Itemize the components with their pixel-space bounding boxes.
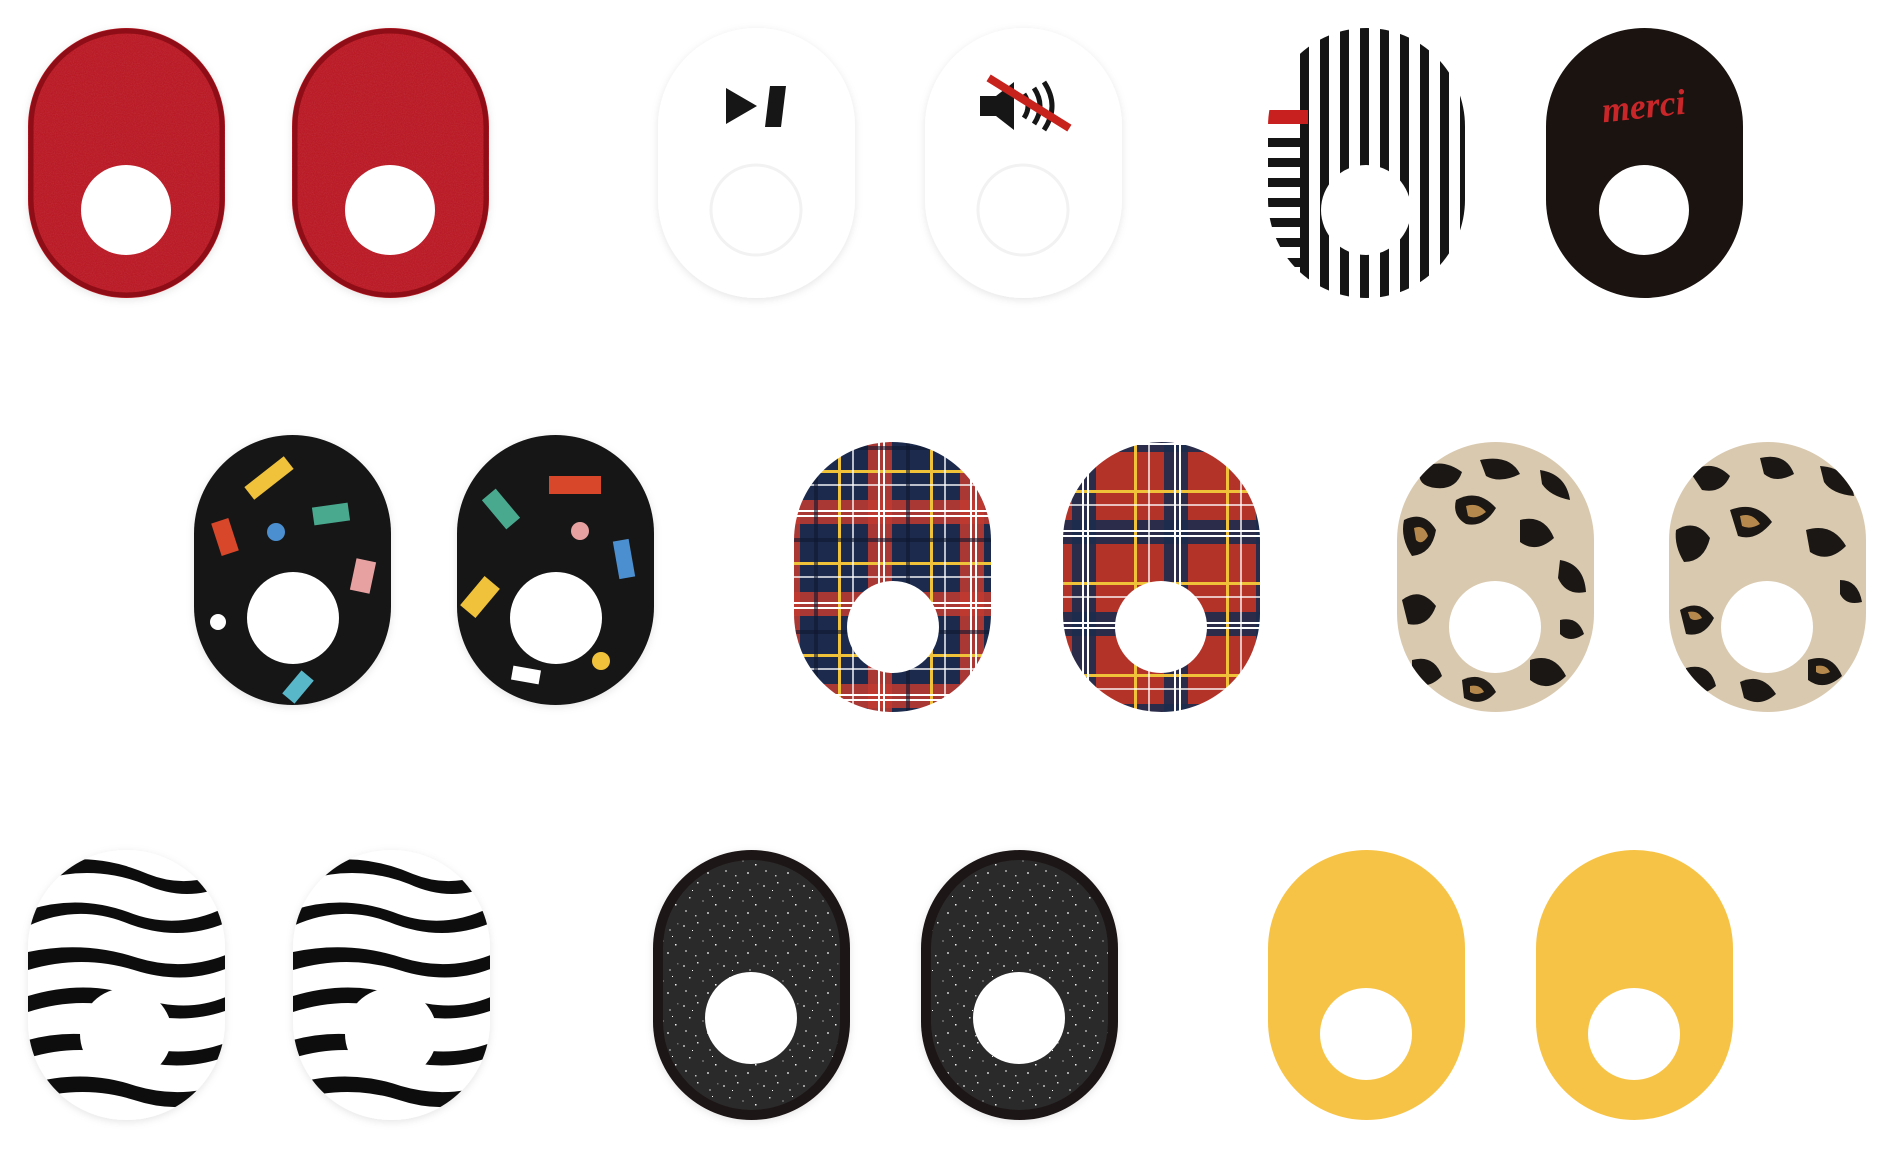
lens-hole xyxy=(709,163,803,257)
lens-hole xyxy=(973,972,1065,1064)
sticker-glitter-left xyxy=(653,850,850,1120)
lens-hole xyxy=(510,572,602,664)
sticker-body xyxy=(925,28,1122,298)
lens-hole xyxy=(345,988,437,1080)
lens-hole xyxy=(80,988,172,1080)
lens-hole xyxy=(247,572,339,664)
sticker-merci: merci xyxy=(1546,28,1743,298)
sticker-body xyxy=(658,28,855,298)
vertical-stripes xyxy=(1300,28,1465,298)
sticker-yellow-right xyxy=(1536,850,1733,1120)
sticker-plaid-red xyxy=(1063,442,1260,712)
sticker-felt-texture xyxy=(28,28,225,298)
lens-hole xyxy=(345,165,435,255)
sticker-red-felt-right xyxy=(292,28,489,298)
lens-hole xyxy=(1721,581,1813,673)
sticker-glitter-right xyxy=(921,850,1118,1120)
lens-hole xyxy=(847,581,939,673)
lens-hole xyxy=(976,163,1070,257)
sticker-plaid-navy xyxy=(794,442,991,712)
sticker-confetti-left xyxy=(194,435,391,705)
sticker-body xyxy=(1546,28,1743,298)
webcam-cover-stickers: merci xyxy=(28,28,1866,1120)
lens-hole xyxy=(1599,165,1689,255)
sticker-felt-texture xyxy=(292,28,489,298)
lens-hole xyxy=(1320,988,1412,1080)
sticker-leopard-left xyxy=(1397,442,1594,712)
sticker-white-mute xyxy=(925,28,1122,298)
lens-hole xyxy=(1449,581,1541,673)
sticker-white-play-pause xyxy=(658,28,855,298)
sticker-yellow-left xyxy=(1268,850,1465,1120)
sticker-confetti-right xyxy=(457,435,654,705)
sticker-zebra-right xyxy=(293,850,490,1120)
lens-hole xyxy=(1115,581,1207,673)
lens-hole xyxy=(705,972,797,1064)
sticker-leopard-right xyxy=(1669,442,1866,712)
lens-hole xyxy=(1321,165,1411,255)
sticker-red-felt-left xyxy=(28,28,225,298)
sticker-zebra-left xyxy=(28,850,225,1120)
lens-hole xyxy=(81,165,171,255)
lens-hole xyxy=(1588,988,1680,1080)
sticker-stripes xyxy=(1268,28,1465,298)
